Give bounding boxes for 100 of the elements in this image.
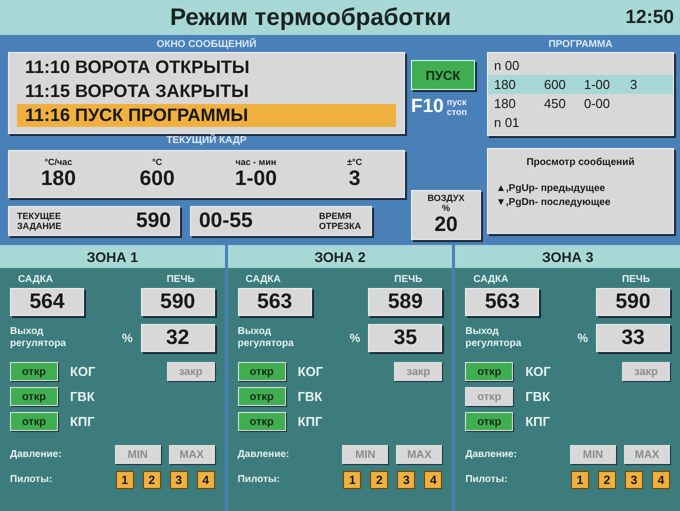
zone-title: ЗОНА 3 (455, 245, 680, 268)
open-button[interactable]: откр (10, 412, 58, 431)
regulator-output: 32 (140, 324, 215, 352)
output-label: Выход регулятора (10, 326, 67, 350)
load-label: САДКА (473, 274, 508, 286)
program-cell-text: 1-00 (584, 77, 612, 92)
furnace-temperature: 590 (140, 288, 215, 316)
program-row[interactable]: 180 600 1-00 3 (488, 75, 673, 94)
valve-label: ГВК (525, 389, 552, 404)
pilots-label: Пилоты: (238, 474, 280, 486)
start-button[interactable]: ПУСК (411, 60, 475, 90)
pilot-indicator: 4 (196, 471, 215, 489)
section-title: ПРОГРАММА (547, 38, 614, 52)
load-temperature: 564 (10, 288, 84, 316)
key-label: F10 (411, 96, 444, 118)
message-view-title: Просмотр сообщений (525, 157, 636, 168)
furnace-label: ПЕЧЬ (622, 274, 650, 286)
valve-label: КОГ (525, 364, 552, 379)
zone-title: ЗОНА 1 (0, 245, 225, 268)
valve-label: ГВК (70, 389, 96, 404)
open-button[interactable]: откр (10, 362, 58, 381)
key-hint: стоп (446, 107, 467, 117)
segment-time-label: ВРЕМЯ ОТРЕЗКА (319, 211, 362, 231)
segment-time-value: 00-55 (199, 209, 253, 233)
open-button[interactable]: откр (238, 362, 286, 381)
pilot-indicator: 3 (170, 471, 188, 489)
load-temperature: 563 (465, 288, 540, 316)
load-label: САДКА (18, 274, 54, 286)
program-cell-text: 3 (630, 77, 638, 92)
field-unit: °С (152, 157, 162, 167)
open-button[interactable]: откр (10, 387, 58, 406)
program-cell-text: n 00 (494, 58, 520, 73)
clock: 12:50 (625, 6, 674, 28)
program-row[interactable]: 180 450 0-00 (488, 94, 673, 113)
setpoint-value: 590 (136, 209, 171, 233)
program-row[interactable]: n 00 (488, 56, 673, 75)
key-help: ▲,PgUp- предыдущее (496, 182, 606, 196)
setpoint-label: ТЕКУЩЕЕ ЗАДАНИЕ (17, 211, 62, 231)
program-cell-text: 180 (494, 77, 517, 92)
field-value: 1-00 (234, 167, 277, 191)
zone-title: ЗОНА 2 (228, 245, 452, 268)
program-row[interactable]: n 01 (488, 113, 673, 132)
field-unit: ±°С (347, 157, 362, 167)
load-label: САДКА (246, 274, 281, 286)
pilots-label: Пилоты: (465, 474, 508, 486)
pilot-indicator: 1 (116, 471, 134, 489)
pressure-label: Давление: (465, 448, 517, 460)
pilot-indicator: 3 (397, 471, 416, 489)
key-help: ▼,PgDn- последующее (496, 196, 612, 210)
field-unit: °С/час (44, 157, 72, 167)
air-value: 20 (434, 213, 458, 237)
air-label: ВОЗДУХ (427, 193, 465, 203)
program-cell-text: 0-00 (584, 96, 612, 111)
field-value: 3 (348, 167, 360, 191)
open-button[interactable]: откр (465, 362, 514, 381)
output-label: Выход регулятора (465, 326, 522, 350)
valve-label: КПГ (298, 414, 324, 429)
program-cell-text: 180 (494, 96, 517, 111)
load-temperature: 563 (238, 288, 312, 316)
pressure-label: Давление: (10, 448, 62, 460)
open-button[interactable]: откр (465, 412, 514, 431)
field-value: 180 (40, 167, 76, 191)
pressure-label: Давление: (238, 448, 290, 460)
pilot-indicator: 1 (343, 471, 362, 489)
program-cell-text: 600 (544, 77, 567, 92)
pilot-indicator: 2 (370, 471, 388, 489)
pilot-indicator: 2 (142, 471, 161, 489)
valve-label: КОГ (298, 364, 324, 379)
message-line[interactable]: 11:10 ВОРОТА ОТКРЫТЫ (17, 56, 396, 79)
output-label: Выход регулятора (238, 326, 295, 350)
key-hint: пуск (446, 97, 467, 107)
pilot-indicator: 2 (598, 471, 616, 489)
section-title: ОКНО СООБЩЕНИЙ (156, 38, 258, 52)
pilot-indicator: 1 (571, 471, 590, 489)
unit-label: % (577, 331, 588, 345)
pilot-indicator: 3 (625, 471, 644, 489)
unit-label: % (350, 331, 360, 345)
unit-label: % (122, 331, 133, 345)
valve-label: КПГ (70, 414, 96, 429)
open-button[interactable]: откр (238, 412, 286, 431)
pilots-label: Пилоты: (10, 474, 52, 486)
program-cell-text: 450 (544, 96, 567, 111)
section-title: ТЕКУЩИЙ КАДР (165, 134, 248, 148)
valve-label: КОГ (70, 364, 96, 379)
regulator-output: 33 (596, 324, 670, 352)
field-unit: час - мин (235, 157, 276, 167)
furnace-temperature: 589 (368, 288, 442, 316)
air-unit: % (442, 203, 450, 213)
field-value: 600 (140, 167, 175, 191)
valve-label: ГВК (298, 389, 324, 404)
open-button[interactable]: откр (238, 387, 286, 406)
pilot-indicator: 4 (424, 471, 442, 489)
furnace-label: ПЕЧЬ (166, 274, 195, 286)
message-line[interactable]: 11:15 ВОРОТА ЗАКРЫТЫ (17, 80, 396, 103)
program-cell-text: n 01 (494, 115, 520, 130)
furnace-temperature: 590 (596, 288, 670, 316)
valve-label: КПГ (525, 414, 551, 429)
regulator-output: 35 (368, 324, 442, 352)
pilot-indicator: 4 (652, 471, 670, 489)
furnace-label: ПЕЧЬ (394, 274, 422, 286)
